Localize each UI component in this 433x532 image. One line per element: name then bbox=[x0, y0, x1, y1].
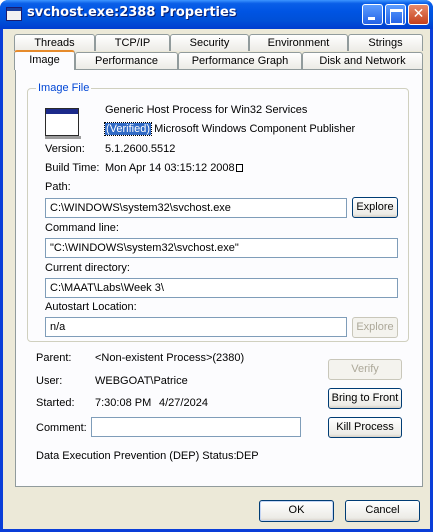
window-title: svchost.exe:2388 Properties bbox=[27, 5, 237, 20]
verify-button[interactable]: Verify bbox=[328, 359, 402, 380]
image-file-group: Image File Generic Host Process for Win3… bbox=[27, 82, 409, 342]
image-file-group-title: Image File bbox=[36, 82, 92, 94]
dep-label: Data Execution Prevention (DEP) Status: bbox=[36, 450, 237, 462]
comment-field[interactable] bbox=[91, 417, 301, 437]
tab-performance[interactable]: Performance bbox=[75, 52, 178, 69]
minimize-button[interactable] bbox=[362, 4, 383, 25]
command-line-label: Command line: bbox=[45, 222, 119, 234]
application-window-icon bbox=[45, 108, 81, 139]
tab-environment[interactable]: Environment bbox=[249, 34, 348, 51]
close-button[interactable]: ✕ bbox=[408, 4, 429, 25]
user-value: WEBGOAT\Patrice bbox=[95, 375, 188, 387]
user-label: User: bbox=[36, 375, 63, 387]
build-time-label: Build Time: bbox=[45, 162, 100, 174]
current-directory-field[interactable]: C:\MAAT\Labs\Week 3\ bbox=[45, 278, 398, 298]
tab-strings[interactable]: Strings bbox=[348, 34, 423, 51]
parent-value: <Non-existent Process>(2380) bbox=[95, 352, 245, 364]
tab-performance-graph[interactable]: Performance Graph bbox=[178, 52, 302, 69]
comment-label: Comment: bbox=[36, 422, 87, 434]
cancel-button[interactable]: Cancel bbox=[345, 500, 420, 522]
tab-tcp-ip[interactable]: TCP/IP bbox=[95, 34, 170, 51]
started-time: 7:30:08 PM bbox=[95, 397, 152, 409]
path-explore-button[interactable]: Explore bbox=[352, 197, 398, 218]
box-glyph-icon bbox=[235, 164, 243, 172]
path-label: Path: bbox=[45, 181, 71, 193]
tab-security[interactable]: Security bbox=[170, 34, 249, 51]
image-tab-panel: Image File Generic Host Process for Win3… bbox=[15, 69, 423, 487]
window-app-icon bbox=[6, 7, 22, 21]
version-label: Version: bbox=[45, 143, 85, 155]
autostart-label: Autostart Location: bbox=[45, 301, 137, 313]
publisher-name: Microsoft Windows Component Publisher bbox=[151, 123, 356, 135]
verified-badge: (Verified) bbox=[103, 122, 153, 136]
started-label: Started: bbox=[36, 397, 75, 409]
maximize-button[interactable] bbox=[385, 4, 406, 25]
kill-process-button[interactable]: Kill Process bbox=[328, 417, 402, 438]
version-value: 5.1.2600.5512 bbox=[105, 143, 176, 155]
bring-to-front-button[interactable]: Bring to Front bbox=[328, 388, 402, 409]
publisher-line: (Verified) Microsoft Windows Component P… bbox=[103, 122, 356, 136]
tab-disk-and-network[interactable]: Disk and Network bbox=[302, 52, 423, 69]
image-description: Generic Host Process for Win32 Services bbox=[105, 104, 308, 116]
path-field[interactable]: C:\WINDOWS\system32\svchost.exe bbox=[45, 198, 347, 218]
command-line-field[interactable]: "C:\WINDOWS\system32\svchost.exe" bbox=[45, 238, 398, 258]
parent-label: Parent: bbox=[36, 352, 72, 364]
close-icon: ✕ bbox=[412, 6, 425, 22]
title-bar[interactable]: svchost.exe:2388 Properties ✕ bbox=[0, 0, 433, 29]
dep-value: DEP bbox=[236, 450, 259, 462]
started-date: 4/27/2024 bbox=[159, 397, 208, 409]
tab-threads[interactable]: Threads bbox=[14, 34, 95, 51]
tab-image[interactable]: Image bbox=[14, 50, 75, 70]
autostart-explore-button[interactable]: Explore bbox=[352, 317, 398, 338]
properties-window: svchost.exe:2388 Properties ✕ Threads TC… bbox=[0, 0, 433, 532]
build-time-value: Mon Apr 14 03:15:12 2008 bbox=[105, 162, 243, 174]
autostart-field[interactable]: n/a bbox=[45, 317, 347, 337]
current-directory-label: Current directory: bbox=[45, 262, 130, 274]
ok-button[interactable]: OK bbox=[259, 500, 334, 522]
